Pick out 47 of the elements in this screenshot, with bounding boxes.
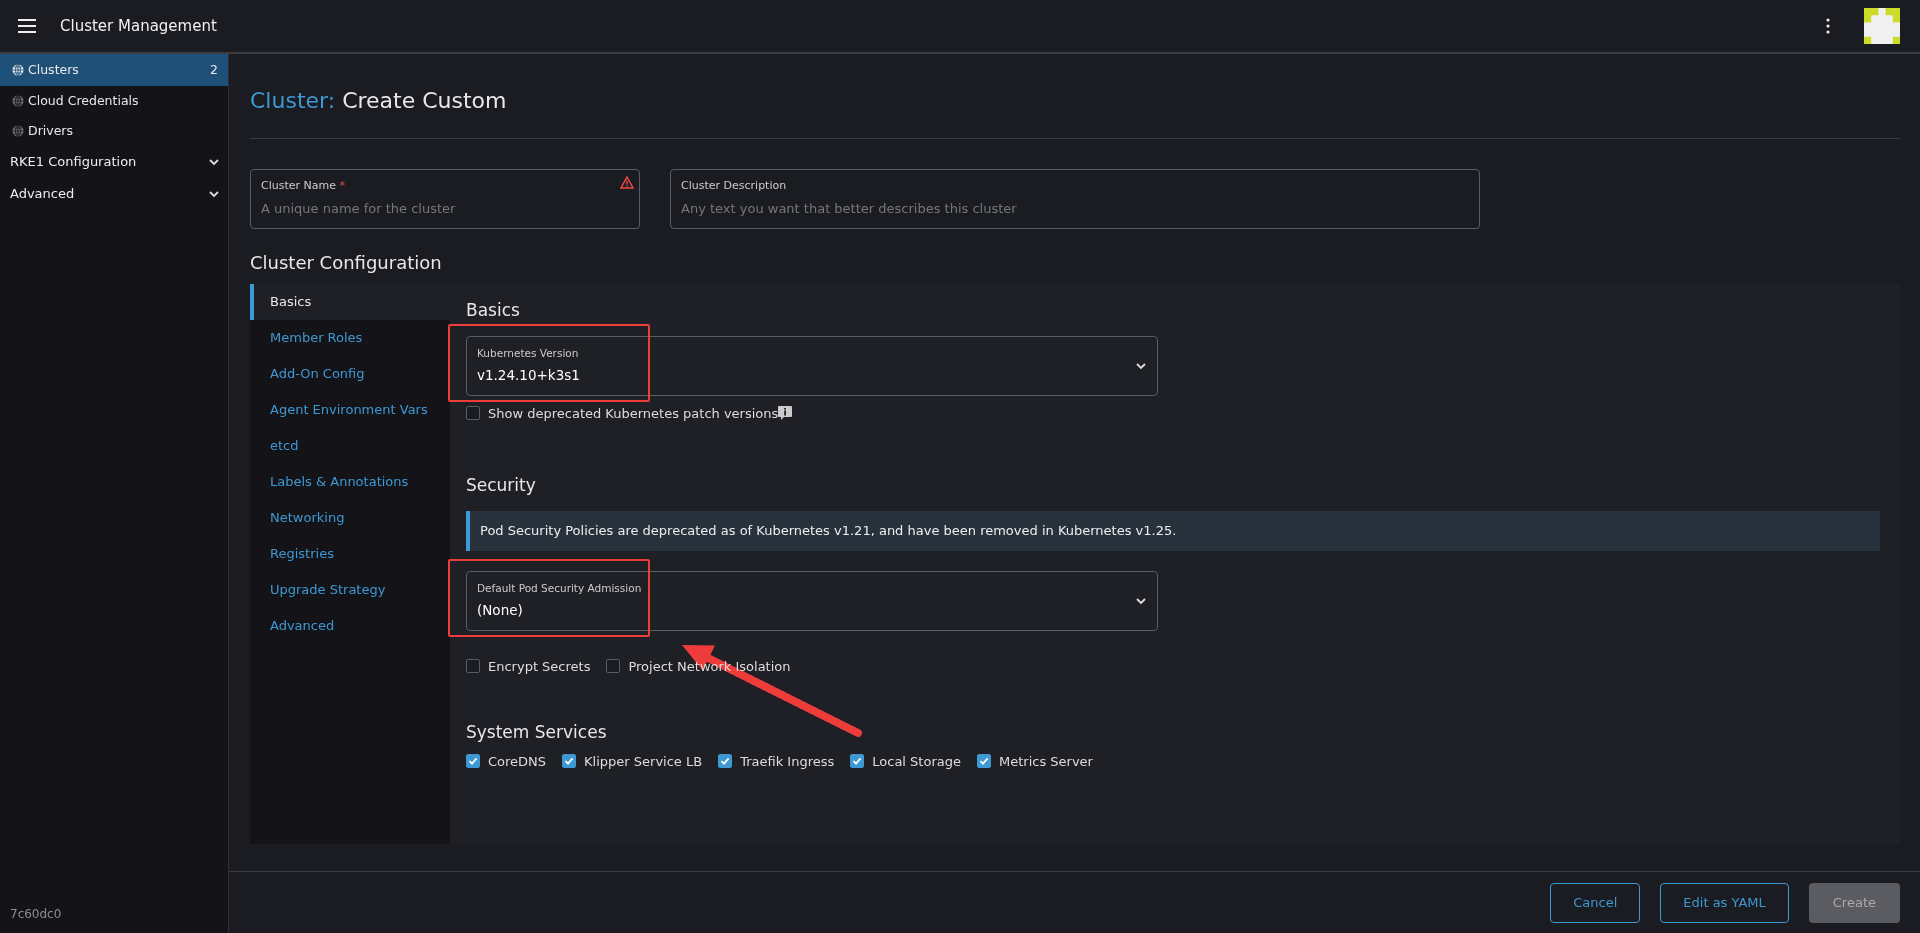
app-title: Cluster Management (60, 15, 217, 37)
checkbox[interactable] (606, 659, 621, 674)
field-label: Cluster Description (681, 178, 788, 194)
field-label: Cluster Name * (261, 178, 346, 194)
checkbox[interactable] (466, 659, 480, 674)
sidebar-item[interactable]: Cloud Credentials (0, 86, 228, 116)
checkbox-label: Traefik Ingress (740, 752, 835, 771)
config-tab[interactable]: Basics (250, 284, 450, 320)
text-input[interactable]: A unique name for the cluster (261, 198, 629, 218)
checkbox[interactable] (562, 754, 577, 769)
select-field[interactable]: Kubernetes Version v1.24.10+k3s1 (466, 335, 1158, 396)
checkbox[interactable] (718, 754, 733, 769)
checkbox[interactable] (977, 754, 991, 769)
globe-icon (12, 64, 24, 76)
menu-icon[interactable] (18, 19, 36, 33)
sidebar-group[interactable]: RKE1 Configuration (0, 146, 228, 178)
checkbox-label: Klipper Service LB (584, 752, 703, 771)
section-heading: Cluster Configuration (250, 251, 443, 275)
checkbox[interactable] (466, 754, 480, 769)
chevron-down-icon (208, 156, 220, 168)
checkbox[interactable] (850, 754, 865, 769)
text-input[interactable]: Any text you want that better describes this cluster (681, 198, 1469, 218)
section-heading: Basics (466, 299, 521, 322)
checkbox-label: Metrics Server (999, 752, 1093, 771)
section-heading: System Services (466, 721, 608, 744)
info-banner: Pod Security Policies are deprecated as of Kubernetes v1.21, and have been removed in Kubernetes v1.25. (466, 510, 1880, 551)
globe-icon (12, 95, 24, 107)
checkbox-label: Encrypt Secrets (488, 657, 591, 676)
section-heading: Security (466, 474, 537, 497)
text-field[interactable]: Cluster Name * A unique name for the cluster (250, 169, 640, 229)
select-field[interactable]: Default Pod Security Admission (None) (466, 570, 1158, 631)
sidebar-group[interactable]: Advanced (0, 178, 228, 210)
checkbox[interactable] (466, 406, 480, 421)
version-label: 7c60dc0 (9, 906, 63, 923)
globe-icon (12, 125, 24, 137)
text-field[interactable]: Cluster Description Any text you want that better describes this cluster (670, 169, 1480, 229)
footer-button[interactable]: Edit as YAML (1660, 882, 1789, 923)
page-title: Cluster: Create Custom (250, 87, 508, 115)
sidebar-item[interactable]: Clusters 2 (0, 54, 228, 86)
sidebar-item[interactable]: Drivers (0, 116, 228, 146)
chevron-down-icon (208, 188, 220, 200)
checkbox-label: CoreDNS (488, 752, 547, 771)
checkbox-label: Local Storage (872, 752, 961, 771)
checkbox-label: Show deprecated Kubernetes patch versions (488, 404, 779, 423)
more-options-icon[interactable] (1826, 18, 1830, 34)
info-icon (778, 406, 793, 421)
footer-button[interactable]: Cancel (1550, 882, 1641, 923)
